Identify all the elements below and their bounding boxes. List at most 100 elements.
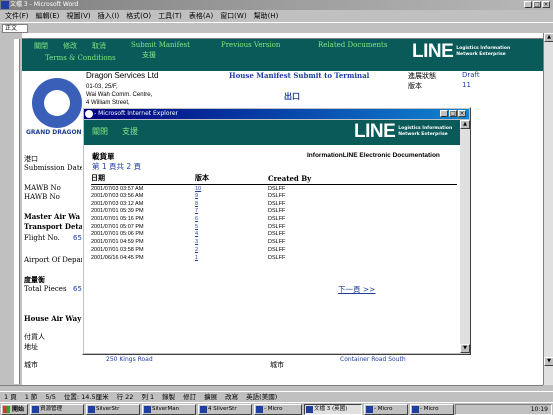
- row-date: 2001/07/03 03:56 AM: [91, 193, 144, 200]
- house-air-label: House Air Way: [24, 314, 82, 323]
- ie-banner: 關閉 支援 LINE Logistics Information Network …: [84, 120, 460, 145]
- menu-insert[interactable]: 插入(I): [98, 10, 120, 22]
- export-label: 出口: [284, 92, 300, 101]
- minimize-button[interactable]: _: [524, 1, 532, 8]
- ie-maximize-button[interactable]: □: [449, 110, 457, 117]
- status-position: 位置: 14.5厘米: [63, 393, 109, 401]
- windows-flag-icon: [3, 406, 10, 413]
- doc-nav-terms[interactable]: Terms & Conditions: [45, 54, 116, 62]
- information-line-caption: InformationLINE Electronic Documentation: [307, 152, 440, 159]
- ie-close-button[interactable]: ×: [458, 110, 466, 117]
- task-silverman[interactable]: SilverMan: [142, 404, 196, 415]
- scroll-up-arrow[interactable]: ▲: [544, 33, 553, 42]
- start-button[interactable]: 開始: [1, 404, 28, 415]
- row-version-link[interactable]: 10: [195, 185, 268, 193]
- table-row: 2001/07/03 03:56 AM 9 DSLFF: [91, 192, 457, 200]
- row-created-by: DSLFF: [268, 193, 286, 200]
- ie-title-text: - Microsoft Internet Explorer: [94, 110, 178, 117]
- row-version-link[interactable]: 6: [195, 215, 268, 223]
- word-vertical-scrollbar[interactable]: ▲ ▼: [543, 33, 553, 385]
- row-version-link[interactable]: 1: [195, 254, 268, 262]
- table-row: 2001/07/01 05:07 PM 5 DSLFF: [91, 223, 457, 231]
- ie-vertical-scrollbar[interactable]: ▲ ▼: [460, 120, 470, 353]
- ie-nav-support[interactable]: 支援: [122, 126, 138, 137]
- menu-table[interactable]: 表格(A): [189, 10, 213, 22]
- task-ie-3[interactable]: - Micro: [410, 404, 454, 415]
- row-date: 2001/07/01 04:59 PM: [91, 239, 144, 246]
- close-button[interactable]: ×: [542, 1, 550, 8]
- transport-label: Transport Detai: [24, 222, 86, 231]
- menu-view[interactable]: 視圖(V): [66, 10, 90, 22]
- row-version-link[interactable]: 9: [195, 192, 268, 200]
- status-page: 1 頁: [4, 393, 17, 401]
- col-date-header: 日期: [91, 173, 195, 185]
- document-banner: 關閉 修改 取消 Submit Manifest 支援 Previous Ver…: [22, 39, 543, 71]
- doc-nav-submit-manifest[interactable]: Submit Manifest: [131, 41, 190, 49]
- row-version-link[interactable]: 7: [195, 208, 268, 216]
- word-title-bar: 文檔 3 - Microsoft Word _ □ ×: [0, 0, 553, 10]
- task-explorer[interactable]: 資源管理: [30, 404, 84, 415]
- table-row: 2001/06/16 04:45 PM 1 DSLFF: [91, 254, 457, 262]
- ie-scroll-up-arrow[interactable]: ▲: [460, 120, 470, 129]
- ie-nav-close[interactable]: 關閉: [92, 126, 108, 137]
- doc-nav-support[interactable]: 支援: [142, 50, 156, 60]
- city-label-2: 城市: [270, 361, 284, 369]
- grand-dragon-logo: [32, 78, 82, 128]
- total-pieces-value: 65: [73, 285, 82, 293]
- next-page-link[interactable]: 下一頁 >>: [338, 284, 375, 295]
- col-version-header: 版本: [195, 173, 268, 185]
- menu-window[interactable]: 窗口(W): [220, 10, 246, 22]
- master-air-label: Master Air Wa: [24, 212, 81, 221]
- status-trk: 修訂: [183, 393, 197, 401]
- style-dropdown[interactable]: 正文: [2, 24, 28, 33]
- task-ie-2[interactable]: - Micro: [364, 404, 408, 415]
- row-version-link[interactable]: 5: [195, 223, 268, 231]
- row-version-link[interactable]: 3: [195, 238, 268, 246]
- page-info: 第 1 頁共 2 頁: [92, 162, 142, 171]
- ie-content: 關閉 支援 LINE Logistics Information Network …: [84, 120, 460, 353]
- status-pages: 5/5: [45, 393, 56, 401]
- ie-minimize-button[interactable]: _: [440, 110, 448, 117]
- word-status-bar: 1 頁 1 節 5/5 位置: 14.5厘米 行 22 列 1 錄製 修訂 擴展…: [0, 391, 553, 402]
- hawb-label: HAWB No: [24, 193, 60, 201]
- row-version-link[interactable]: 4: [195, 231, 268, 239]
- row-created-by: DSLFF: [268, 208, 286, 215]
- doc-nav-related-documents[interactable]: Related Documents: [318, 41, 387, 49]
- scroll-down-arrow[interactable]: ▼: [544, 357, 553, 366]
- doc-nav-previous-version[interactable]: Previous Version: [221, 41, 280, 49]
- clock: 10:19: [530, 406, 548, 413]
- company-name: Dragon Services Ltd: [86, 71, 159, 80]
- maximize-button[interactable]: □: [533, 1, 541, 8]
- menu-tools[interactable]: 工具(T): [158, 10, 182, 22]
- ie-popup-window: - Microsoft Internet Explorer _ □ × 關閉 支…: [82, 107, 471, 355]
- menu-format[interactable]: 格式(O): [126, 10, 151, 22]
- row-version-link[interactable]: 2: [195, 246, 268, 254]
- status-ext: 擴展: [204, 393, 218, 401]
- status-column: 列 1: [141, 393, 155, 401]
- task-ie-1[interactable]: - Micro: [254, 404, 302, 415]
- status-section: 1 節: [24, 393, 38, 401]
- table-row: 2001/07/03 03:57 AM 10 DSLFF: [91, 185, 457, 193]
- row-version-link[interactable]: 8: [195, 200, 268, 208]
- doc-nav-cancel[interactable]: 取消: [92, 41, 106, 51]
- ie-scroll-down-arrow[interactable]: ▼: [460, 344, 470, 353]
- status-line: 行 22: [116, 393, 134, 401]
- line-logo: LINE Logistics Information Network Enterp…: [412, 41, 511, 62]
- menu-help[interactable]: 幫助(H): [254, 10, 279, 22]
- row-date: 2001/07/01 05:39 PM: [91, 208, 144, 215]
- row-date: 2001/07/01 05:16 PM: [91, 216, 144, 223]
- task-silverstr-2[interactable]: 4 SilverStr: [198, 404, 252, 415]
- row-date: 2001/07/01 05:06 PM: [91, 231, 144, 238]
- task-word-document[interactable]: 文檔 3 (英國): [304, 404, 362, 415]
- task-silverstr-1[interactable]: SilverStr: [86, 404, 140, 415]
- row-created-by: DSLFF: [268, 254, 286, 261]
- flight-no-label: Flight No.: [24, 234, 60, 242]
- doc-nav-close[interactable]: 關閉: [34, 41, 48, 51]
- table-row: 2001/07/03 03:12 AM 8 DSLFF: [91, 200, 457, 208]
- word-menu-bar: 文件(F) 編輯(E) 視圖(V) 插入(I) 格式(O) 工具(T) 表格(A…: [0, 10, 553, 22]
- taskbar: 開始 資源管理 SilverStr SilverMan 4 SilverStr …: [0, 402, 553, 415]
- airport-departure-label: Airport Of Depar: [24, 256, 85, 264]
- doc-nav-modify[interactable]: 修改: [63, 41, 77, 51]
- menu-edit[interactable]: 編輯(E): [36, 10, 60, 22]
- menu-file[interactable]: 文件(F): [5, 10, 29, 22]
